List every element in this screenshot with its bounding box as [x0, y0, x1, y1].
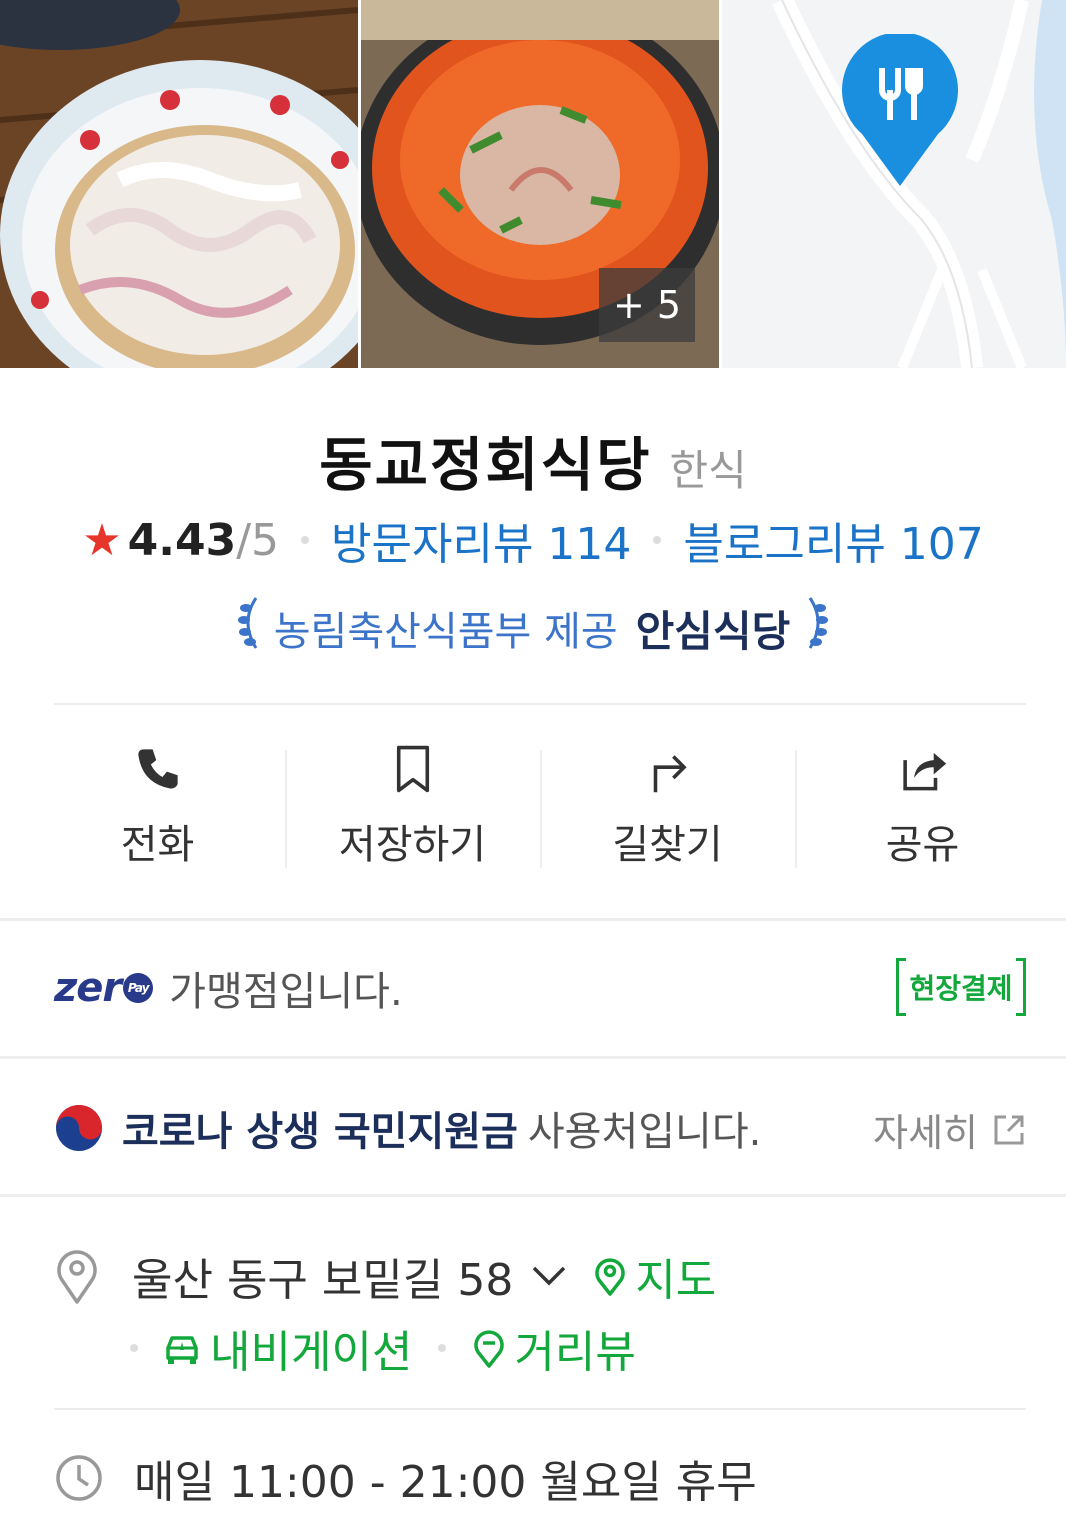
- save-label: 저장하기: [338, 822, 487, 868]
- save-button[interactable]: 저장하기: [285, 740, 540, 870]
- laurel-left-icon: [236, 594, 262, 662]
- directions-button[interactable]: 길찾기: [540, 740, 795, 870]
- map-restaurant-pin-icon: [842, 34, 958, 186]
- location-pin-icon: [57, 1250, 97, 1304]
- directions-icon: [653, 755, 687, 793]
- address-row: 울산 동구 보밑길 58 지도: [54, 1244, 1026, 1308]
- call-button[interactable]: 전화: [30, 740, 285, 870]
- bookmark-icon: [396, 745, 429, 793]
- hours-row[interactable]: 매일 11:00 - 21:00 월요일 휴무: [54, 1446, 1026, 1510]
- navigation-link-label: 내비게이션: [210, 1327, 413, 1378]
- separator-dot: [130, 1344, 138, 1352]
- divider: [54, 1408, 1026, 1410]
- directions-label: 길찾기: [612, 822, 723, 868]
- blog-review-link[interactable]: 블로그리뷰 107: [683, 508, 983, 572]
- laurel-right-icon: [804, 594, 830, 662]
- photo-sashimi[interactable]: [0, 0, 358, 368]
- clock-icon: [56, 1455, 102, 1501]
- photo-strip: + 5: [0, 0, 1066, 368]
- map-link-label: 지도: [635, 1255, 717, 1306]
- separator-dot: [301, 536, 310, 544]
- share-button[interactable]: 공유: [795, 740, 1050, 870]
- map-pin-icon: [595, 1258, 625, 1296]
- navigation-link[interactable]: 내비게이션: [162, 1316, 412, 1380]
- field-payment-badge: 현장결제: [896, 958, 1026, 1016]
- rating-row: ★ 4.43/5 방문자리뷰 114 블로그리뷰 107: [0, 508, 1066, 572]
- map-thumbnail[interactable]: [722, 0, 1066, 368]
- external-link-icon: [994, 1115, 1024, 1144]
- place-category: 한식: [669, 446, 747, 495]
- detail-label: 자세히: [873, 1111, 978, 1155]
- more-photos-badge[interactable]: + 5: [599, 268, 695, 342]
- detail-link[interactable]: 자세히: [873, 1102, 1026, 1157]
- car-navigation-icon: [166, 1336, 198, 1364]
- safe-badge: 안심식당: [635, 606, 791, 656]
- place-name: 동교정회식당: [319, 431, 652, 499]
- divider: [54, 703, 1026, 705]
- call-label: 전화: [120, 822, 195, 868]
- phone-icon: [137, 749, 178, 789]
- photo-mulhoe[interactable]: + 5: [361, 0, 719, 368]
- corona-support-text: 사용처입니다.: [527, 1109, 762, 1155]
- safe-provider: 농림축산식품부 제공: [273, 609, 618, 655]
- share-label: 공유: [885, 822, 960, 868]
- map-link[interactable]: 지도: [593, 1244, 716, 1308]
- zeropay-logo-text: zer: [54, 965, 122, 1011]
- hours-text: 매일 11:00 - 21:00 월요일 휴무: [134, 1457, 757, 1508]
- section-divider: [0, 1194, 1066, 1197]
- corona-support-row: 코로나 상생 국민지원금 사용처입니다. 자세히: [54, 1098, 1026, 1158]
- zeropay-text: 가맹점입니다.: [169, 969, 403, 1015]
- address-text[interactable]: 울산 동구 보밑길 58: [132, 1244, 513, 1308]
- streetview-link[interactable]: 거리뷰: [472, 1316, 636, 1380]
- field-payment-label: 현장결제: [909, 972, 1013, 1005]
- rating-max: /5: [236, 514, 280, 566]
- chevron-down-icon[interactable]: [531, 1264, 567, 1288]
- title-row: 동교정회식당 한식: [0, 418, 1066, 502]
- sashimi-image: [0, 0, 358, 368]
- taeguk-icon: [56, 1105, 102, 1151]
- streetview-icon: [474, 1330, 505, 1368]
- separator-dot: [653, 536, 662, 544]
- share-icon: [902, 752, 946, 791]
- corona-support-title: 코로나 상생 국민지원금: [122, 1109, 518, 1155]
- safe-restaurant-row[interactable]: 농림축산식품부 제공 안심식당: [0, 594, 1066, 662]
- streetview-link-label: 거리뷰: [514, 1327, 636, 1378]
- section-divider: [0, 918, 1066, 921]
- section-divider: [0, 1056, 1066, 1059]
- separator-dot: [438, 1344, 447, 1352]
- address-links-row: 내비게이션 거리뷰: [130, 1316, 636, 1380]
- star-icon: ★: [82, 514, 122, 566]
- visitor-review-link[interactable]: 방문자리뷰 114: [331, 508, 631, 572]
- zeropay-logo-badge: Pay: [123, 973, 154, 1003]
- zeropay-row: zer Pay 가맹점입니다. 현장결제: [54, 958, 1026, 1018]
- zeropay-logo: zer Pay: [54, 965, 154, 1011]
- action-bar: 전화 저장하기 길찾기 공유: [30, 740, 1050, 870]
- rating-score: 4.43: [127, 514, 237, 566]
